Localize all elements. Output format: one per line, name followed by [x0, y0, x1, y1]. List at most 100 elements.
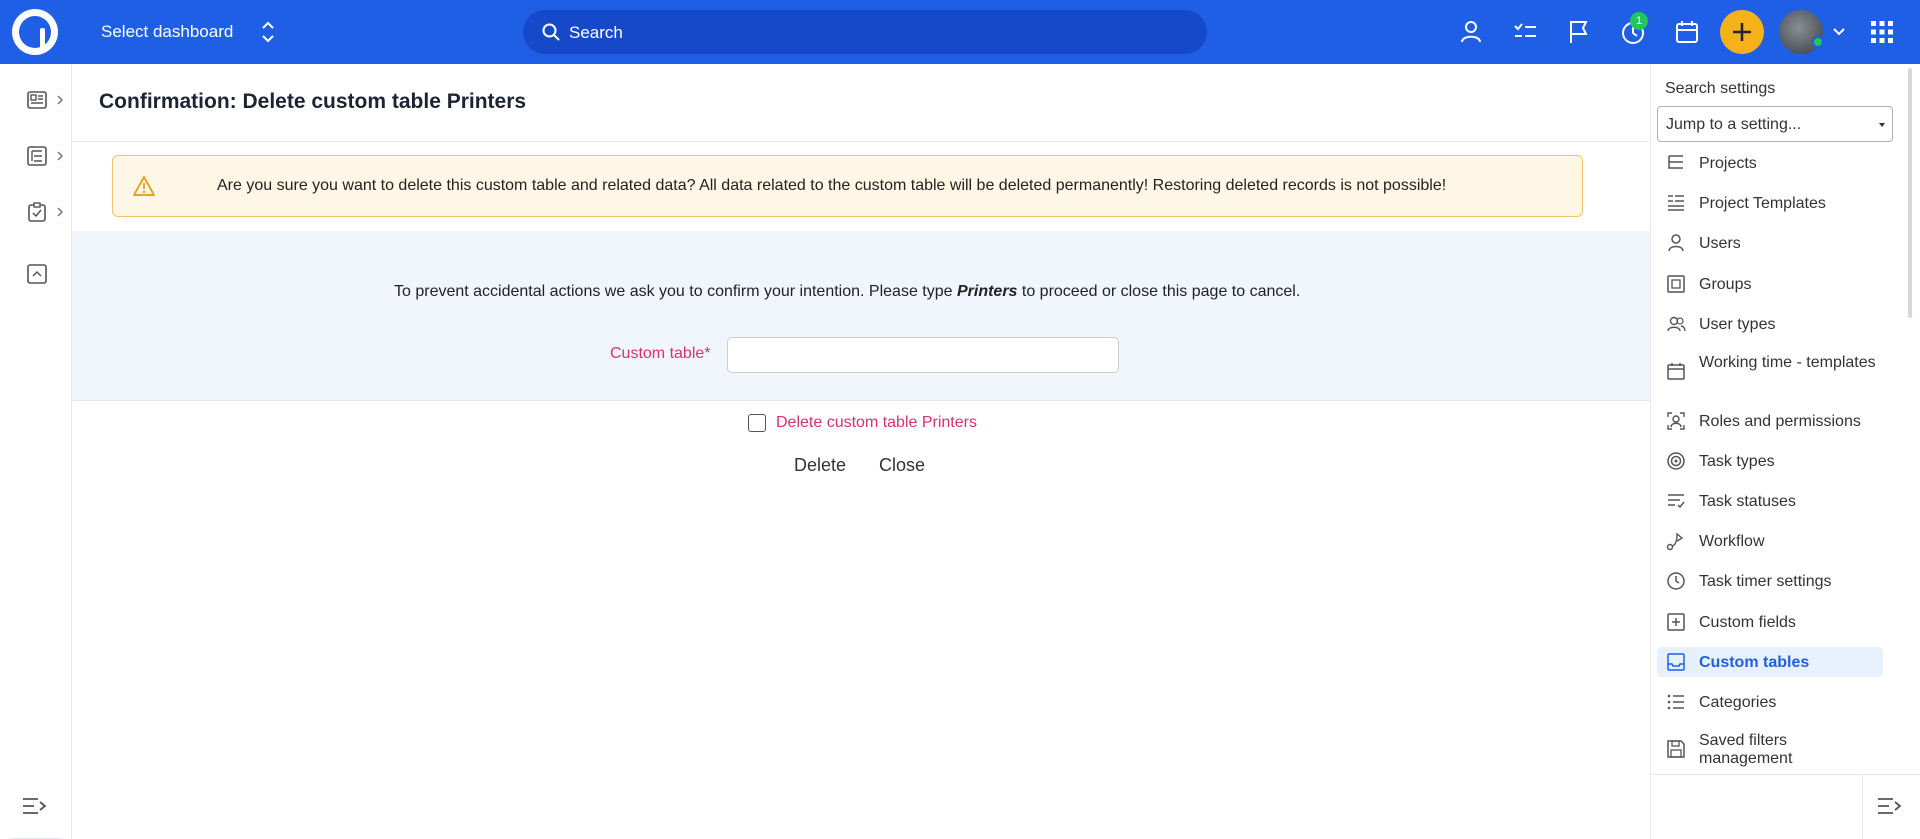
custom-table-name-input[interactable] [727, 337, 1119, 373]
delete-button[interactable]: Delete [794, 455, 846, 476]
settings-item-label: Task types [1699, 453, 1775, 470]
jump-to-setting-value: Jump to a setting... [1666, 116, 1802, 133]
save-icon [1667, 740, 1685, 758]
settings-item-label: Workflow [1699, 533, 1765, 550]
groups-icon [1667, 275, 1685, 293]
up-down-chevrons-icon[interactable] [258, 19, 278, 45]
settings-item-workflow[interactable]: Workflow [1657, 526, 1883, 556]
sidebar-item-collapse[interactable] [24, 262, 68, 286]
project-templates-icon [1668, 195, 1684, 211]
plus-box-icon [1667, 613, 1685, 631]
chevron-right-icon [57, 151, 64, 161]
projects-icon [1668, 155, 1683, 169]
jump-to-setting-select[interactable]: Jump to a setting... [1657, 106, 1893, 142]
settings-item-saved-filters-management[interactable]: Saved filters management [1657, 728, 1883, 770]
settings-item-task-types[interactable]: Task types [1657, 446, 1883, 476]
collapse-box-icon [27, 264, 47, 284]
settings-item-projects[interactable]: Projects [1657, 148, 1883, 178]
timer-badge: 1 [1630, 12, 1648, 30]
settings-item-label: User types [1699, 316, 1776, 333]
settings-item-working-time-templates[interactable]: Working time - templates [1657, 350, 1883, 392]
flag-icon[interactable] [1565, 18, 1593, 46]
settings-item-label: Users [1699, 235, 1741, 252]
settings-item-task-statuses[interactable]: Task statuses [1657, 486, 1883, 516]
settings-panel: Search settings Jump to a setting... Pro… [1650, 64, 1920, 839]
online-status-dot [1812, 36, 1824, 48]
settings-item-label: Task timer settings [1699, 573, 1832, 590]
logo-ring [19, 16, 51, 50]
settings-item-label: Groups [1699, 276, 1752, 293]
chevron-right-icon [57, 207, 64, 217]
chevron-down-icon[interactable] [1830, 22, 1848, 40]
confirm-text-after: to proceed or close this page to cancel. [1017, 283, 1301, 300]
confirm-text-before: To prevent accidental actions we ask you… [394, 283, 957, 300]
settings-item-custom-fields[interactable]: Custom fields [1657, 607, 1883, 637]
tasks-icon[interactable] [1511, 18, 1539, 46]
settings-item-custom-tables[interactable]: Custom tables [1657, 647, 1883, 677]
sidebar-item-dashboard[interactable] [24, 88, 68, 112]
settings-item-label: Saved filters management [1699, 732, 1793, 767]
target-icon [1667, 452, 1685, 470]
close-button[interactable]: Close [879, 455, 925, 476]
user-types-icon [1667, 316, 1686, 332]
settings-item-groups[interactable]: Groups [1657, 269, 1883, 299]
settings-item-label: Working time - templates [1699, 354, 1876, 371]
settings-item-categories[interactable]: Categories [1657, 687, 1883, 717]
dashboard-icon [27, 91, 47, 109]
settings-item-label: Task statuses [1699, 493, 1796, 510]
add-new-button[interactable] [1720, 10, 1764, 54]
panel-bottom-vertical-divider [1862, 774, 1863, 839]
calendar-icon [1667, 363, 1685, 380]
top-bar: Select dashboard Search 1 [0, 0, 1920, 64]
calendar-icon[interactable] [1673, 18, 1701, 46]
dashboard-selector-label[interactable]: Select dashboard [101, 22, 233, 42]
clock-icon [1667, 572, 1685, 590]
chevron-right-icon [57, 95, 64, 105]
search-placeholder: Search [569, 23, 623, 42]
custom-table-field-label: Custom table* [610, 345, 711, 362]
alert-message: Are you sure you want to delete this cus… [217, 177, 1447, 194]
inbox-icon [1667, 653, 1685, 671]
page-title: Confirmation: Delete custom table Printe… [99, 90, 527, 113]
list-icon [1667, 694, 1684, 710]
expand-menu-icon[interactable] [22, 796, 48, 816]
confirmation-panel: To prevent accidental actions we ask you… [72, 231, 1650, 401]
apps-grid-icon[interactable] [1870, 20, 1894, 44]
app-logo[interactable] [12, 9, 58, 55]
settings-item-label: Roles and permissions [1699, 413, 1861, 430]
settings-item-users[interactable]: Users [1657, 228, 1883, 258]
user-icon [1668, 234, 1684, 252]
plus-icon [1733, 23, 1751, 41]
confirm-keyword: Printers [956, 283, 1018, 300]
panel-bottom-divider [1651, 774, 1920, 775]
checkbox-label[interactable]: Delete custom table Printers [776, 414, 977, 432]
tasks-clipboard-icon [28, 202, 46, 222]
delete-confirmation-checkbox[interactable] [748, 414, 766, 432]
settings-item-task-timer-settings[interactable]: Task timer settings [1657, 566, 1883, 596]
settings-item-project-templates[interactable]: Project Templates [1657, 188, 1883, 218]
settings-item-label: Project Templates [1699, 195, 1826, 212]
collapse-panel-icon[interactable] [1877, 796, 1903, 816]
title-divider [72, 141, 1650, 142]
global-search[interactable]: Search [523, 10, 1207, 54]
settings-item-roles-and-permissions[interactable]: Roles and permissions [1657, 406, 1883, 436]
settings-panel-scrollbar[interactable] [1908, 68, 1912, 318]
settings-panel-title: Search settings [1665, 80, 1776, 97]
dropdown-caret-icon [1879, 123, 1885, 127]
confirmation-instructions: To prevent accidental actions we ask you… [394, 283, 1300, 301]
roles-icon [1667, 412, 1685, 430]
settings-item-label: Custom tables [1699, 654, 1810, 671]
logo-bar [40, 28, 45, 50]
user-icon[interactable] [1457, 18, 1485, 46]
settings-item-label: Custom fields [1699, 614, 1796, 631]
projects-tree-icon [27, 146, 47, 166]
warning-alert: Are you sure you want to delete this cus… [112, 155, 1583, 217]
settings-item-user-types[interactable]: User types [1657, 309, 1883, 339]
sidebar-item-tasks[interactable] [24, 200, 68, 224]
search-icon [542, 23, 560, 41]
sidebar-item-projects[interactable] [24, 144, 68, 168]
warning-icon [133, 176, 155, 196]
left-sidebar [0, 64, 72, 839]
statuses-icon [1668, 494, 1685, 509]
settings-item-label: Categories [1699, 694, 1777, 711]
